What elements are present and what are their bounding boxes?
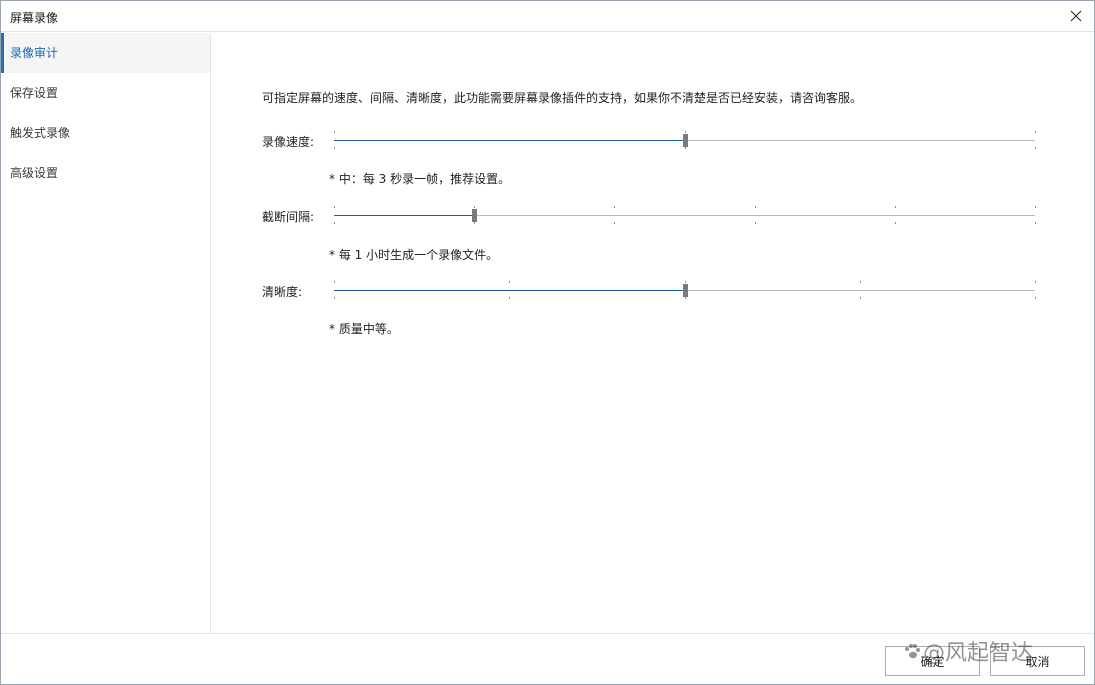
slider-thumb[interactable] [472,209,477,222]
slider-graphic [334,131,1036,149]
sidebar: 录像审计 保存设置 触发式录像 高级设置 [1,33,211,633]
interval-slider[interactable] [332,203,1037,227]
sidebar-item-label: 触发式录像 [10,126,71,140]
slider-graphic [334,281,1036,299]
speed-label: 录像速度: [262,135,315,149]
sidebar-item-label: 保存设置 [10,86,59,100]
sidebar-item-label: 录像审计 [10,46,59,60]
slider-graphic [334,206,1036,224]
close-icon [1070,10,1082,22]
clarity-hint: * 质量中等。 [329,322,399,336]
slider-thumb[interactable] [683,284,688,297]
feature-description: 可指定屏幕的速度、间隔、清晰度，此功能需要屏幕录像插件的支持，如果你不清楚是否已… [262,91,863,105]
cancel-button[interactable]: 取消 [990,646,1085,676]
footer-bar: 确定 取消 [1,633,1094,684]
clarity-slider[interactable] [332,278,1037,302]
title-bar: 屏幕录像 [1,1,1094,32]
dialog-window: 屏幕录像 录像审计 保存设置 触发式录像 高级设置 可指定屏幕的速度、间隔、清晰… [0,0,1095,685]
sidebar-item-label: 高级设置 [10,166,59,180]
speed-slider[interactable] [332,128,1037,152]
ok-button[interactable]: 确定 [885,646,980,676]
clarity-label: 清晰度: [262,285,303,299]
interval-label: 截断间隔: [262,210,315,224]
sidebar-item-triggered-recording[interactable]: 触发式录像 [1,113,210,153]
speed-hint: * 中：每 3 秒录一帧，推荐设置。 [329,172,511,186]
interval-hint: * 每 1 小时生成一个录像文件。 [329,248,499,262]
sidebar-item-save-settings[interactable]: 保存设置 [1,73,210,113]
window-title: 屏幕录像 [10,11,59,25]
close-button[interactable] [1064,5,1088,27]
sidebar-item-advanced-settings[interactable]: 高级设置 [1,153,210,193]
slider-thumb[interactable] [683,134,688,147]
main-panel: 可指定屏幕的速度、间隔、清晰度，此功能需要屏幕录像插件的支持，如果你不清楚是否已… [212,33,1094,633]
sidebar-item-recording-audit[interactable]: 录像审计 [1,33,210,73]
